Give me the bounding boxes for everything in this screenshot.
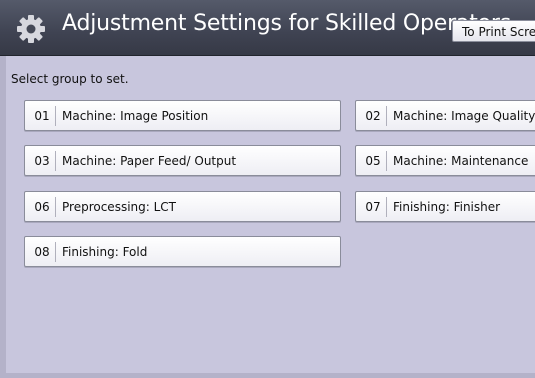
gear-icon	[17, 15, 45, 43]
group-number: 02	[362, 105, 387, 126]
group-number: 01	[31, 105, 56, 126]
instruction-text: Select group to set.	[11, 72, 129, 86]
group-label: Finishing: Finisher	[393, 199, 501, 214]
group-button-02[interactable]: 02 Machine: Image Quality	[355, 100, 535, 131]
group-label: Finishing: Fold	[62, 244, 148, 259]
group-label: Preprocessing: LCT	[62, 199, 176, 214]
group-number: 03	[31, 150, 56, 171]
to-print-screen-button[interactable]: To Print Scre	[452, 20, 535, 42]
group-button-05[interactable]: 05 Machine: Maintenance	[355, 145, 535, 176]
group-label: Machine: Maintenance	[393, 153, 529, 168]
group-number: 08	[31, 241, 56, 262]
bottom-border	[0, 373, 535, 378]
group-button-03[interactable]: 03 Machine: Paper Feed/ Output	[24, 145, 341, 176]
group-button-08[interactable]: 08 Finishing: Fold	[24, 236, 341, 267]
left-border	[0, 56, 6, 378]
group-number: 06	[31, 196, 56, 217]
group-button-01[interactable]: 01 Machine: Image Position	[24, 100, 341, 131]
group-number: 07	[362, 196, 387, 217]
title-bar: Adjustment Settings for Skilled Operator…	[0, 0, 535, 56]
group-number: 05	[362, 150, 387, 171]
group-label: Machine: Paper Feed/ Output	[62, 153, 237, 168]
page-title: Adjustment Settings for Skilled Operator…	[62, 11, 512, 36]
group-button-06[interactable]: 06 Preprocessing: LCT	[24, 191, 341, 222]
group-label: Machine: Image Position	[62, 108, 209, 123]
group-label: Machine: Image Quality	[393, 108, 535, 123]
group-button-07[interactable]: 07 Finishing: Finisher	[355, 191, 535, 222]
